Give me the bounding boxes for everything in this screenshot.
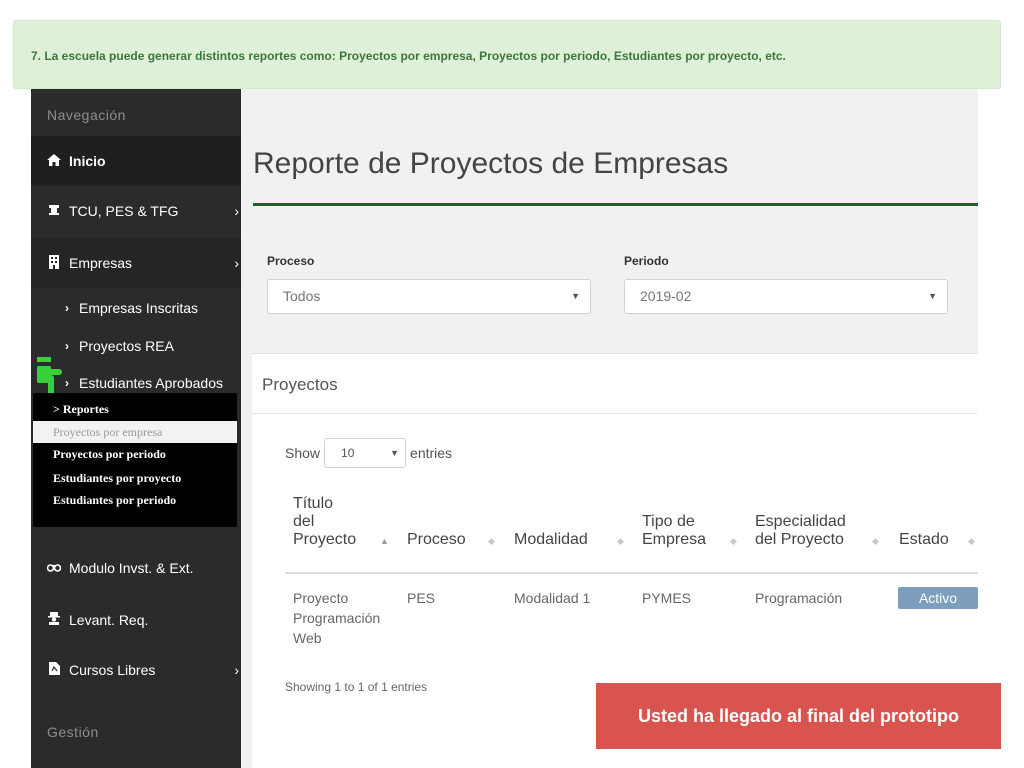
column-header-estado[interactable]: Estado [899, 531, 949, 549]
proceso-select-value: Todos [283, 288, 321, 304]
sidebar-header-gestion: Gestión [47, 724, 99, 740]
chevron-right-icon: › [65, 301, 69, 315]
sidebar-item-label: Levant. Req. [69, 612, 149, 628]
sidebar-item-label: TCU, PES & TFG [69, 203, 179, 219]
sort-icon: ◆ [872, 536, 879, 546]
chevron-right-icon: › [234, 255, 239, 271]
reportes-popup-menu: > Reportes Proyectos por empresa Proyect… [33, 393, 237, 527]
column-header-especialidad[interactable]: Especialidad del Proyecto [755, 513, 846, 549]
sidebar-subitem-label: Estudiantes Aprobados [79, 375, 223, 391]
proceso-select[interactable]: Todos ▼ [267, 279, 591, 314]
cell-proceso: PES [407, 590, 436, 606]
periodo-select-value: 2019-02 [640, 288, 692, 304]
cell-especialidad: Programación [755, 590, 843, 606]
home-icon [47, 153, 61, 169]
sidebar-subitem-label: Empresas Inscritas [79, 300, 199, 316]
periodo-label: Periodo [624, 254, 669, 268]
popup-item-estudiantes-por-periodo[interactable]: Estudiantes por periodo [33, 489, 237, 511]
proceso-label: Proceso [267, 254, 315, 268]
sidebar-item-label: Empresas [69, 255, 133, 271]
entries-length-value: 10 [341, 446, 355, 460]
graduation-cap-icon [47, 204, 61, 219]
cell-titulo: Proyecto Programación Web [293, 590, 381, 646]
table-header-divider [285, 572, 978, 574]
popup-item-proyectos-por-empresa[interactable]: Proyectos por empresa [33, 421, 237, 443]
sidebar-item-levant-req[interactable]: Levant. Req. [31, 595, 241, 645]
sidebar-item-tcu[interactable]: TCU, PES & TFG › [31, 186, 241, 236]
chevron-right-icon: › [65, 376, 69, 390]
sidebar-item-empresas[interactable]: Empresas › [31, 238, 241, 288]
show-label: Show [285, 445, 321, 461]
popup-item-proyectos-por-periodo[interactable]: Proyectos por periodo [33, 443, 237, 465]
caret-down-icon: ▼ [928, 291, 937, 301]
status-badge: Activo [898, 587, 978, 609]
sidebar-item-label: Cursos Libres [69, 662, 156, 678]
column-header-proceso[interactable]: Proceso [407, 531, 466, 549]
sidebar-item-label: Modulo Invst. & Ext. [69, 560, 194, 576]
column-header-titulo[interactable]: Título del Proyecto [293, 495, 356, 549]
sidebar-subitem-label: Proyectos REA [79, 338, 174, 354]
column-header-modalidad[interactable]: Modalidad [514, 531, 588, 549]
sidebar-item-modulo-invst[interactable]: Modulo Invst. & Ext. [31, 543, 241, 593]
table-length-control: Show 10 ▼ entries [285, 438, 452, 468]
caret-down-icon: ▼ [390, 448, 400, 458]
sort-icon: ◆ [968, 536, 975, 546]
sidebar-header-navegacion: Navegación [47, 107, 126, 123]
column-header-tipo-empresa[interactable]: Tipo de Empresa [642, 513, 706, 549]
sidebar-item-cursos-libres[interactable]: Cursos Libres › [31, 645, 241, 695]
popup-header-reportes: > Reportes [53, 402, 109, 416]
chevron-right-icon: › [234, 203, 239, 219]
sort-asc-icon: ▲ [380, 536, 389, 546]
page-title: Reporte de Proyectos de Empresas [253, 147, 729, 180]
periodo-select[interactable]: 2019-02 ▼ [624, 279, 948, 314]
table-info: Showing 1 to 1 of 1 entries [285, 680, 428, 694]
cell-tipo-empresa: PYMES [642, 590, 692, 606]
popup-item-estudiantes-por-proyecto[interactable]: Estudiantes por proyecto [33, 467, 237, 489]
sidebar-subitem-empresas-inscritas[interactable]: › Empresas Inscritas [31, 289, 241, 327]
instruction-text: 7. La escuela puede generar distintos re… [31, 49, 786, 63]
caret-down-icon: ▼ [571, 291, 580, 301]
entries-label: entries [410, 445, 453, 461]
title-divider [253, 203, 978, 206]
panel-header: Proyectos [252, 354, 978, 414]
cell-modalidad: Modalidad 1 [514, 590, 591, 606]
main-content: Reporte de Proyectos de Empresas Proceso… [241, 89, 978, 768]
sort-icon: ◆ [488, 536, 495, 546]
end-of-prototype-button[interactable]: Usted ha llegado al final del prototipo [596, 683, 1001, 749]
building-icon [47, 254, 61, 272]
instruction-banner: 7. La escuela puede generar distintos re… [13, 20, 1001, 89]
sort-icon: ◆ [617, 536, 624, 546]
user-secret-icon [47, 612, 61, 628]
chevron-right-icon: › [65, 339, 69, 353]
entries-length-select[interactable]: 10 ▼ [324, 438, 407, 468]
sidebar-item-label: Inicio [69, 153, 106, 169]
binoculars-icon [46, 561, 62, 575]
sidebar-item-inicio[interactable]: Inicio [31, 136, 241, 186]
file-pdf-icon [47, 662, 61, 678]
sort-icon: ◆ [730, 536, 737, 546]
panel-title: Proyectos [262, 375, 338, 394]
chevron-right-icon: › [234, 662, 239, 678]
